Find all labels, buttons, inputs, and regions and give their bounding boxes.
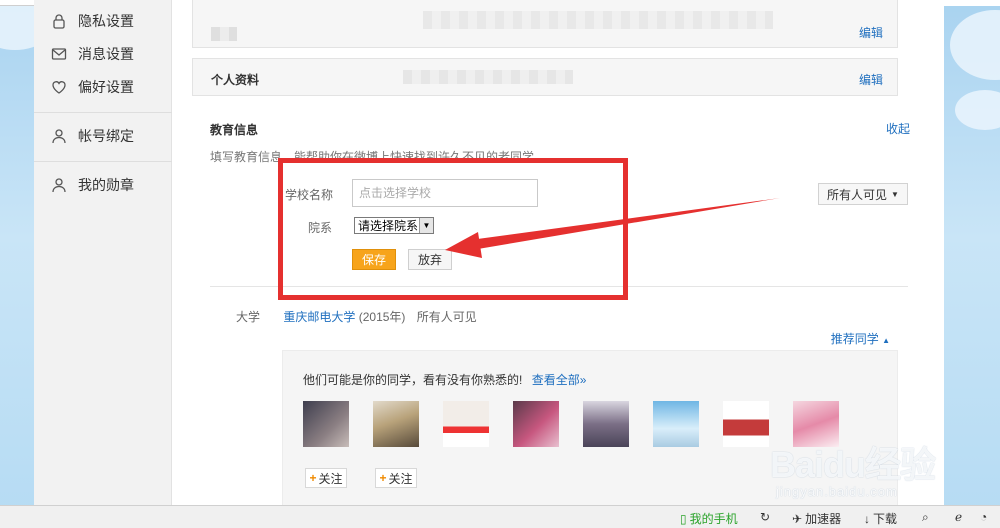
accelerator-button[interactable]: ✈ 加速器 bbox=[792, 510, 841, 527]
zoom-icon: ◔ bbox=[980, 510, 988, 524]
watermark-url: jingyan.baidu.com bbox=[776, 484, 898, 499]
tools-button[interactable]: ⌕ bbox=[922, 510, 929, 525]
refresh-icon: ↻ bbox=[760, 510, 771, 524]
accelerator-label: 加速器 bbox=[805, 512, 842, 526]
my-phone-button[interactable]: ▯ 我的手机 bbox=[680, 510, 738, 527]
ie-button[interactable]: ℯ bbox=[955, 510, 962, 524]
browser-status-bar: ▯ 我的手机 ↻ ✈ 加速器 ↓ 下载 ⌕ ℯ ◔ bbox=[0, 505, 1000, 528]
download-button[interactable]: ↓ 下载 bbox=[864, 510, 897, 527]
refresh-button[interactable]: ↻ bbox=[760, 510, 770, 524]
phone-icon: ▯ bbox=[680, 511, 687, 526]
rocket-icon: ✈ bbox=[792, 511, 803, 526]
baidu-watermark: Baidu经验 jingyan.baidu.com bbox=[770, 436, 950, 502]
ie-icon: ℯ bbox=[955, 510, 963, 524]
tools-icon: ⌕ bbox=[922, 510, 929, 524]
download-label: 下载 bbox=[873, 512, 898, 526]
watermark-logo: Baidu经验 bbox=[770, 444, 936, 485]
my-phone-label: 我的手机 bbox=[689, 512, 738, 526]
download-icon: ↓ bbox=[864, 511, 870, 526]
zoom-button[interactable]: ◔ bbox=[980, 510, 987, 524]
